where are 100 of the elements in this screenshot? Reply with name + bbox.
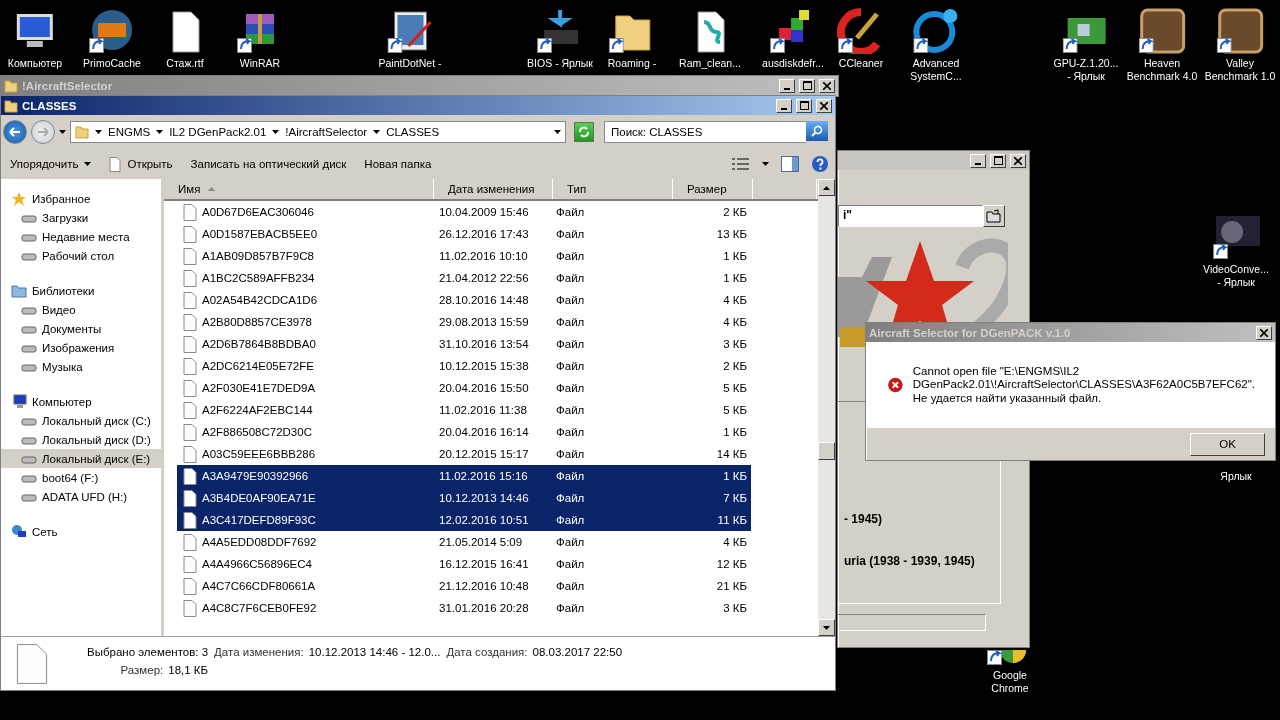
nav-item[interactable]: Документы [1,319,161,338]
nav-item[interactable]: Компьютер [1,392,161,411]
file-row[interactable]: A2F886508C72D30C 20.04.2016 16:14 Файл 1 КБ [177,421,751,443]
close-button[interactable] [819,78,835,93]
scroll-up-icon[interactable] [823,185,830,190]
maximize-button[interactable] [990,153,1006,168]
file-row[interactable]: A03C59EEE6BBB286 20.12.2015 15:17 Файл 14 КБ [177,443,751,465]
open-folder-button[interactable] [983,205,1005,227]
nav-item[interactable]: Локальный диск (E:) [1,449,161,468]
file-path-field[interactable]: i" [838,205,983,227]
file-name: A3A9479E90392966 [202,470,309,482]
file-row[interactable]: A02A54B42CDCA1D6 28.10.2016 14:48 Файл 4 КБ [177,289,751,311]
file-name: A3C417DEFD89F93C [202,514,316,526]
desktop-icon-label[interactable]: Ram_clean... [679,57,741,70]
close-button[interactable] [1010,153,1026,168]
desktop-icon-label[interactable]: Стаж.rtf [166,57,204,70]
nav-item[interactable]: Библиотеки [1,281,161,300]
file-row[interactable]: A4A4966C56896EC4 16.12.2015 16:41 Файл 12 КБ [177,553,751,575]
search-button[interactable] [806,121,828,141]
file-row[interactable]: A4C8C7F6CEB0FE92 31.01.2016 20:28 Файл 3 КБ [177,597,751,619]
close-button[interactable] [816,98,832,113]
search-field[interactable]: Поиск: CLASSES [604,121,806,143]
nav-item[interactable]: Сеть [1,522,161,541]
desktop-icon-label[interactable]: Google Chrome [991,669,1029,695]
ok-button[interactable]: OK [1190,432,1265,456]
desktop-icon-label[interactable]: Компьютер [7,57,63,70]
nav-item[interactable]: Локальный диск (D:) [1,430,161,449]
modified-date: 21.12.2016 10:48 [438,580,530,592]
maximize-button[interactable] [799,78,815,93]
modified-date: 20.04.2016 16:14 [438,426,530,438]
file-row[interactable]: A3C417DEFD89F93C 12.02.2016 10:51 Файл 11 КБ [177,509,751,531]
nav-item[interactable]: Видео [1,300,161,319]
minimize-button[interactable] [779,78,795,93]
desktop-icon-label[interactable]: BIOS - Ярлык [527,57,593,70]
desktop-icon-label[interactable]: GPU-Z.1.20... - Ярлык [1053,57,1119,83]
toolbar-button[interactable]: Упорядочить [3,152,99,176]
file-size: 7 КБ [722,492,748,504]
file-row[interactable]: A2B80D8857CE3978 29.08.2013 15:59 Файл 4 КБ [177,311,751,333]
toolbar-button[interactable]: Новая папка [357,152,439,176]
column-header[interactable]: Тип [553,179,673,199]
minimize-icon [784,87,790,90]
minimize-button[interactable] [776,98,792,113]
tile-icon[interactable] [1216,8,1264,54]
toolbar-button[interactable]: Записать на оптический диск [183,152,354,176]
file-row[interactable]: A2D6B7864B8BDBA0 31.10.2016 13:54 Файл 3 КБ [177,333,751,355]
breadcrumb[interactable]: ENGMS [108,126,151,138]
desktop-icon-label[interactable]: WinRAR [239,57,281,70]
file-row[interactable]: A3B4DE0AF90EA71E 10.12.2013 14:46 Файл 7 КБ [177,487,751,509]
file-row[interactable]: A4A5EDD08DDF7692 21.05.2014 5:09 Файл 4 КБ [177,531,751,553]
desktop-icon-label[interactable]: PaintDotNet - [378,57,442,70]
file-row[interactable]: A4C7C66CDF80661A 21.12.2016 10:48 Файл 21 КБ [177,575,751,597]
nav-item[interactable]: ADATA UFD (H:) [1,487,161,506]
scrollbar-thumb[interactable] [818,442,835,460]
column-header[interactable]: Имя [164,179,434,199]
nav-item[interactable]: Недавние места [1,227,161,246]
tile-icon[interactable] [1138,8,1186,54]
desktop-icon-label[interactable]: Ярлык [1220,470,1252,483]
back-button[interactable] [3,120,27,144]
breadcrumb[interactable]: !AircraftSelector [285,126,368,138]
file-row[interactable]: A3A9479E90392966 11.02.2016 15:16 Файл 1 КБ [177,465,751,487]
circle-icon[interactable] [912,8,960,54]
nav-item[interactable]: Локальный диск (C:) [1,411,161,430]
column-header[interactable]: Дата изменения [434,179,553,199]
desktop-icon-label[interactable]: Valley Benchmark 1.0 [1204,57,1276,83]
breadcrumb[interactable]: IL2 DGenPack2.01 [169,126,267,138]
maximize-button[interactable] [796,98,812,113]
desktop-icon-label[interactable]: VideoConve... - Ярлык [1203,263,1269,289]
toolbar-button[interactable]: Открыть [102,152,180,176]
desktop-icon-label[interactable]: ausdiskdefr... [762,57,824,70]
nav-item[interactable]: boot64 (F:) [1,468,161,487]
desktop-icon-label[interactable]: Heaven Benchmark 4.0 [1126,57,1198,83]
refresh-button[interactable] [574,122,594,142]
desktop-icon-label[interactable]: PrimoCache [83,57,141,70]
nav-item[interactable]: Музыка [1,357,161,376]
file-row[interactable]: A2F6224AF2EBC144 11.02.2016 11:38 Файл 5 КБ [177,399,751,421]
breadcrumb[interactable]: CLASSES [386,126,440,138]
nav-item[interactable]: Загрузки [1,208,161,227]
close-button[interactable] [1256,325,1272,340]
maximize-icon [993,156,1003,165]
modified-date: 10.12.2015 15:38 [438,360,530,372]
minimize-button[interactable] [970,153,986,168]
file-row[interactable]: A2DC6214E05E72FE 10.12.2015 15:38 Файл 2 КБ [177,355,751,377]
desktop-icon-label[interactable]: Roaming - [607,57,657,70]
file-row[interactable]: A2F030E41E7DED9A 20.04.2016 15:50 Файл 5 КБ [177,377,751,399]
file-icon [183,467,197,485]
scroll-down-icon[interactable] [823,625,830,630]
file-row[interactable]: A1AB09D857B7F9C8 11.02.2016 10:10 Файл 1 КБ [177,245,751,267]
scrollbar[interactable] [818,179,835,636]
nav-item[interactable]: Избранное [1,189,161,208]
column-header[interactable]: Размер [673,179,753,199]
desktop-icon-label[interactable]: Advanced SystemC... [910,57,962,83]
address-bar[interactable]: ENGMS IL2 DGenPack2.01 !AircraftSelector CLASSES [70,121,566,143]
forward-button[interactable] [31,120,55,144]
file-row[interactable]: A0D67D6EAC306046 10.04.2009 15:46 Файл 2 КБ [177,201,751,223]
nav-item[interactable]: Рабочий стол [1,246,161,265]
file-row[interactable]: A0D1587EBACB5EE0 26.12.2016 17:43 Файл 13 КБ [177,223,751,245]
modified-date: 26.12.2016 17:43 [438,228,530,240]
nav-item[interactable]: Изображения [1,338,161,357]
file-row[interactable]: A1BC2C589AFFB234 21.04.2012 22:56 Файл 1 КБ [177,267,751,289]
desktop-icon-label[interactable]: CCleaner [838,57,884,70]
